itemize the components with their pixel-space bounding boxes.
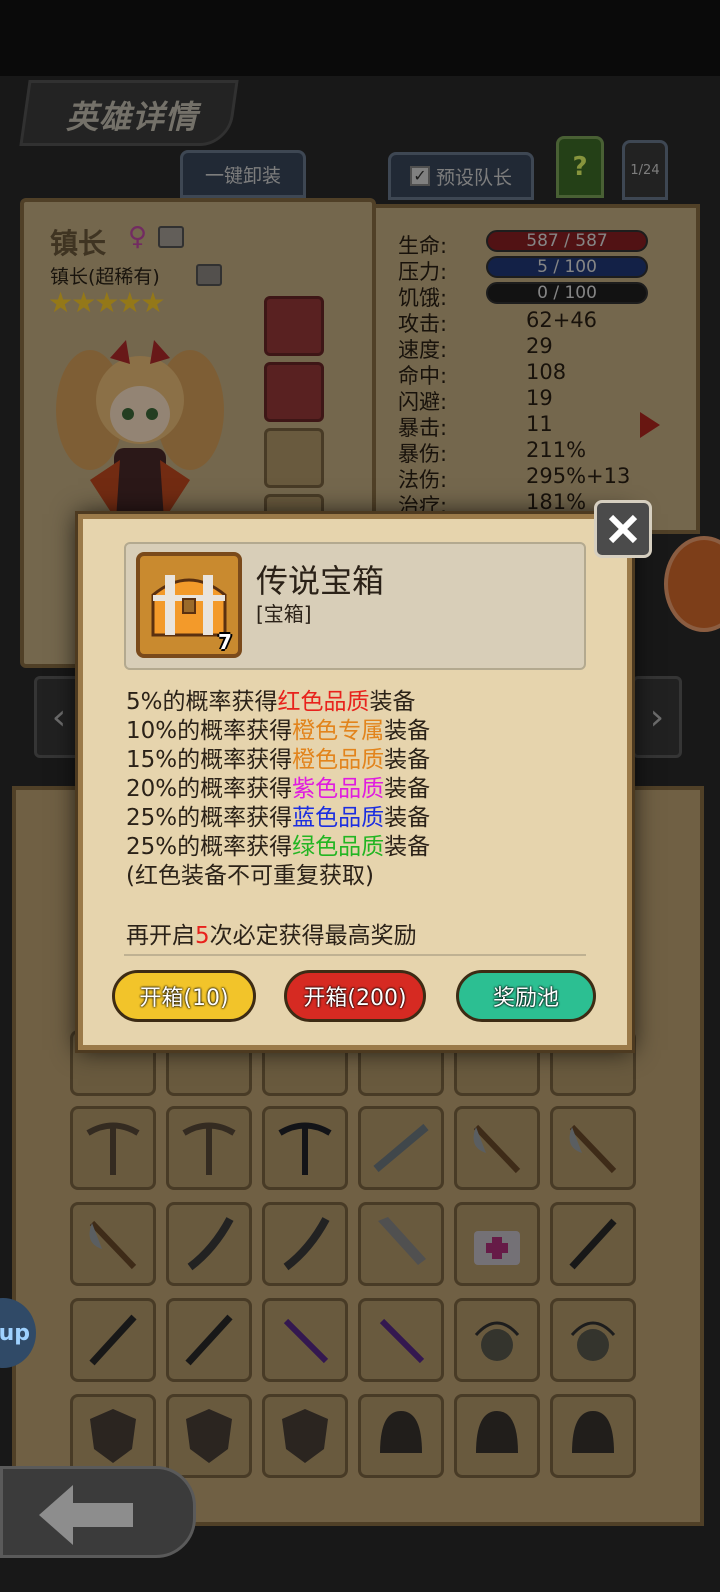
drop-note: (红色装备不可重复获取) (126, 863, 374, 889)
open-200-button[interactable]: 开箱(200) (284, 970, 426, 1022)
close-icon (608, 514, 638, 544)
reward-pool-button[interactable]: 奖励池 (456, 970, 596, 1022)
divider (124, 954, 586, 956)
item-type: [宝箱] (256, 602, 312, 626)
open-10-button[interactable]: 开箱(10) (112, 970, 256, 1022)
close-button[interactable] (594, 500, 652, 558)
guarantee-text: 再开启5次必定获得最高奖励 (126, 923, 417, 949)
item-count: 7 (218, 630, 232, 654)
back-button[interactable] (0, 1466, 196, 1558)
item-name: 传说宝箱 (256, 562, 385, 600)
status-bar (0, 0, 720, 76)
back-arrow-icon (39, 1485, 133, 1545)
